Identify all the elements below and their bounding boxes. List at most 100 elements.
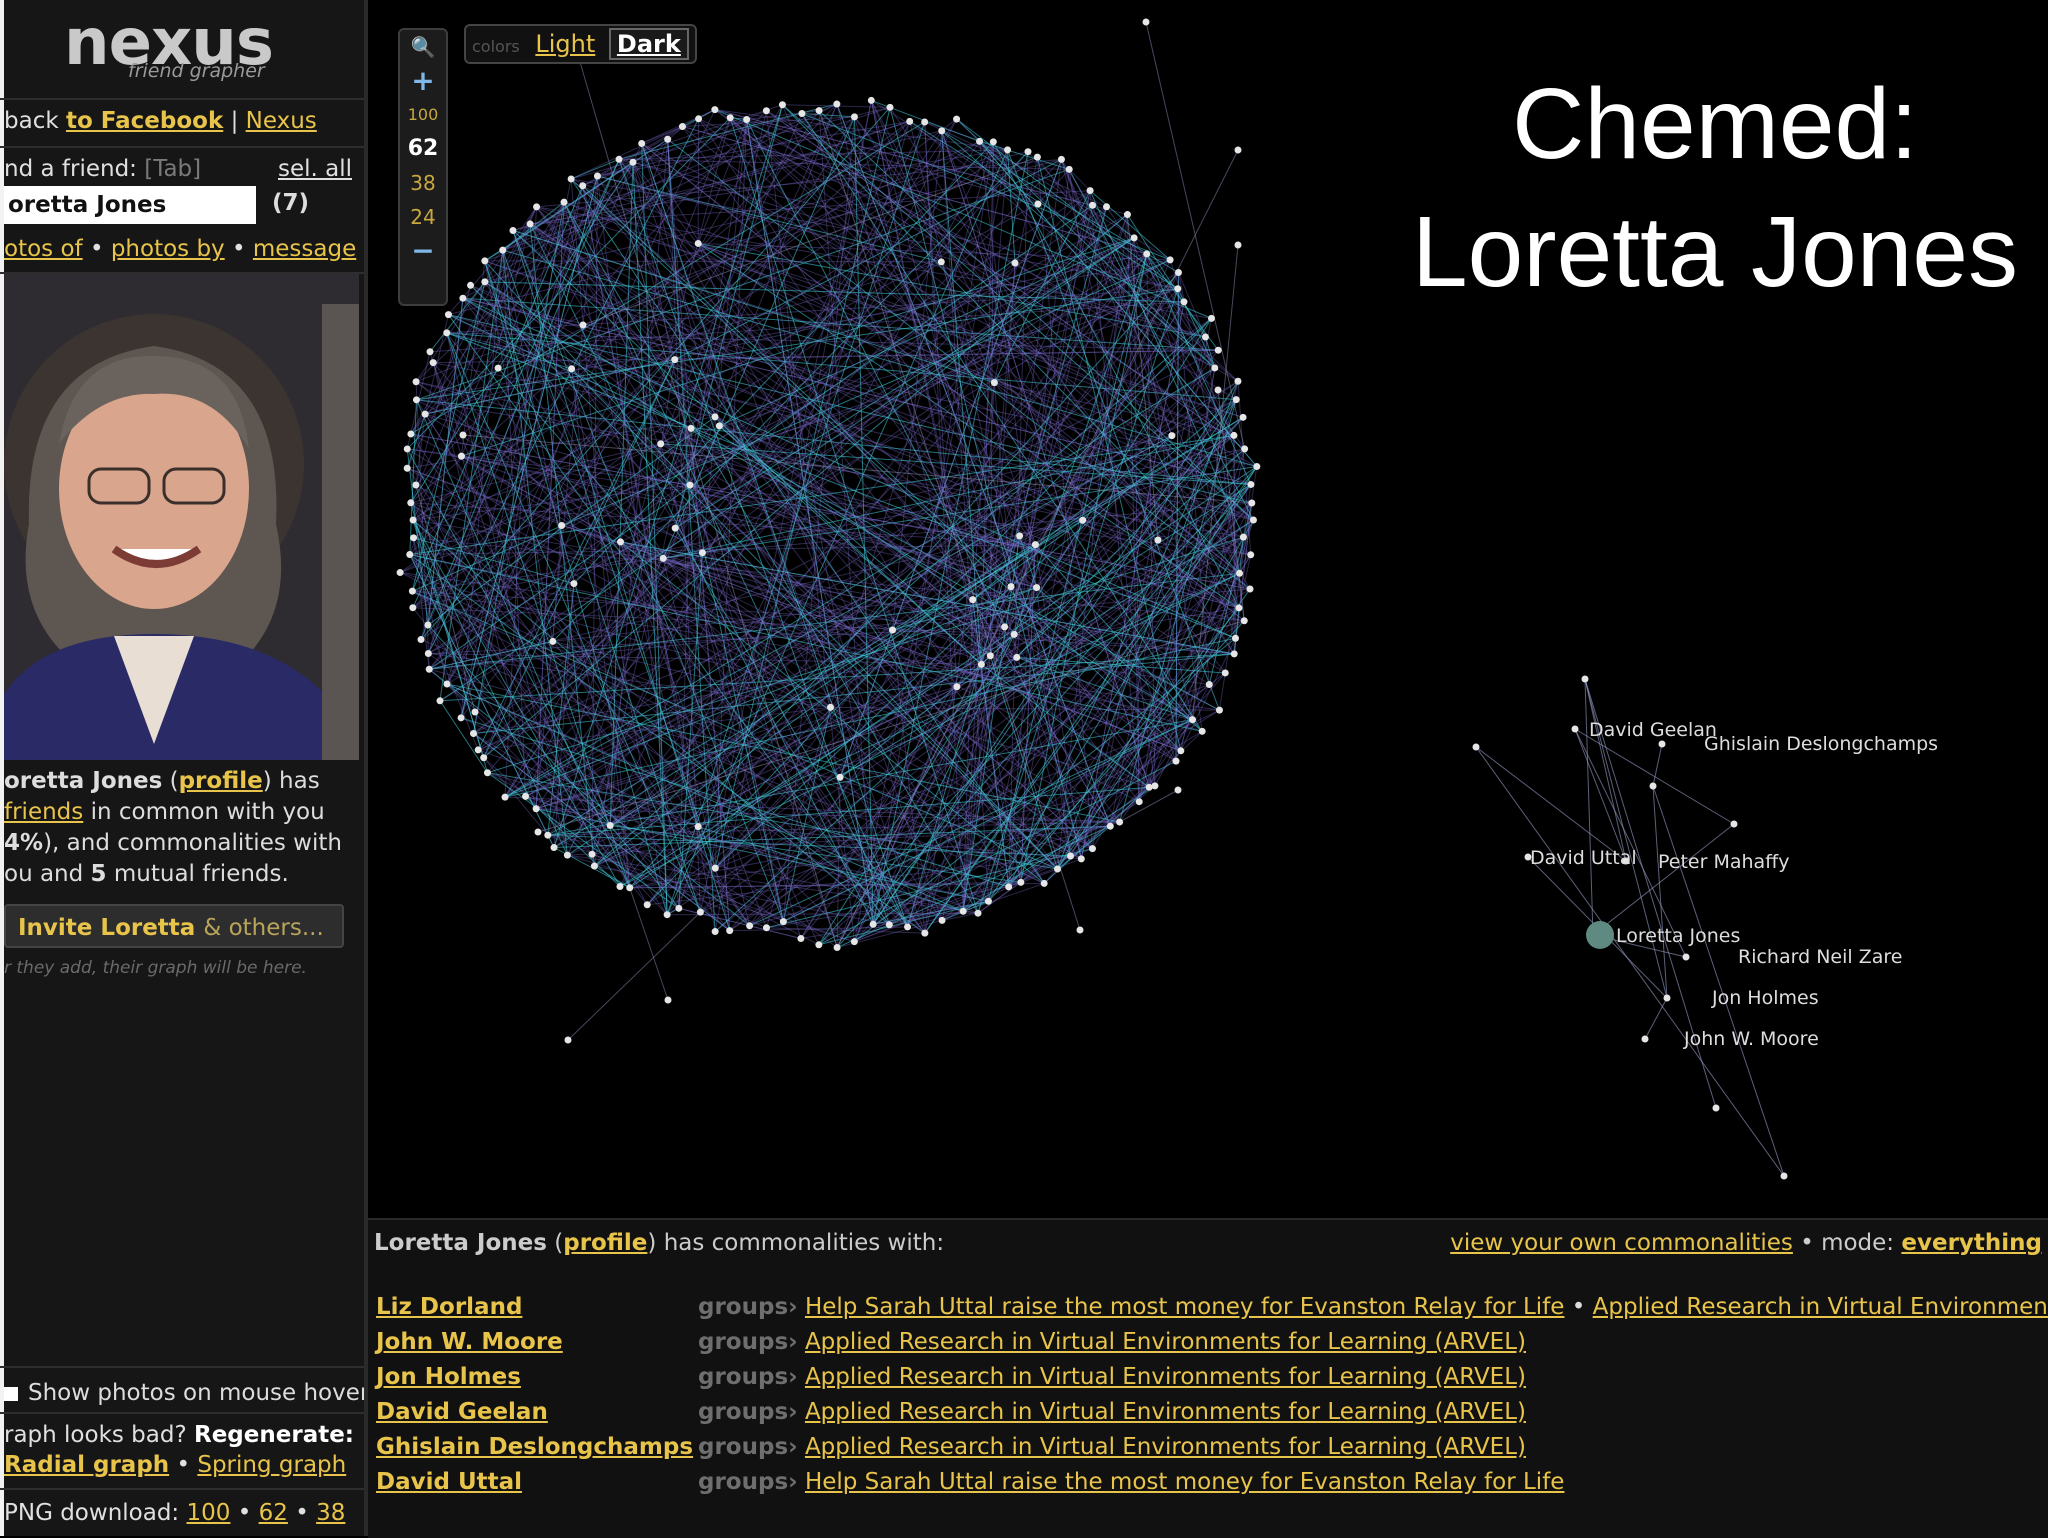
checkbox[interactable] bbox=[4, 1387, 18, 1401]
friend-name-link[interactable]: Jon Holmes bbox=[376, 1364, 698, 1390]
graph-node bbox=[763, 107, 770, 114]
graph-node bbox=[1233, 396, 1240, 403]
friends-link[interactable]: friends bbox=[4, 799, 83, 825]
groups-label: groups› bbox=[698, 1469, 798, 1495]
group-link[interactable]: Applied Research in Virtual Environments… bbox=[1593, 1294, 2048, 1320]
nexus-link[interactable]: Nexus bbox=[246, 108, 317, 134]
graph-node bbox=[522, 793, 529, 800]
zoom-level-24[interactable]: 24 bbox=[400, 200, 446, 234]
zoom-level-100[interactable]: 100 bbox=[400, 98, 446, 132]
show-photos-toggle[interactable]: Show photos on mouse hover bbox=[4, 1380, 368, 1406]
profile-link[interactable]: profile bbox=[563, 1230, 647, 1256]
graph-node bbox=[889, 626, 896, 633]
group-link[interactable]: Help Sarah Uttal raise the most money fo… bbox=[805, 1469, 1565, 1495]
zoom-level-62[interactable]: 62 bbox=[400, 132, 446, 166]
friend-name-link[interactable]: Liz Dorland bbox=[376, 1294, 698, 1320]
graph-node bbox=[1713, 1105, 1720, 1112]
graph-node bbox=[851, 113, 858, 120]
friend-name-link[interactable]: David Uttal bbox=[376, 1469, 698, 1495]
find-friend-row: nd a friend: [Tab] bbox=[4, 156, 201, 182]
graph-node bbox=[1232, 635, 1239, 642]
zoom-in-button[interactable]: + bbox=[400, 64, 446, 98]
graph-node bbox=[779, 101, 786, 108]
back-to-facebook-link[interactable]: to Facebook bbox=[66, 108, 223, 134]
graph-node bbox=[1731, 821, 1738, 828]
graph-node bbox=[695, 115, 702, 122]
divider bbox=[0, 1412, 364, 1414]
graph-node bbox=[1143, 250, 1150, 257]
graph-node bbox=[1058, 156, 1065, 163]
mode-bar: view your own commonalities • mode: ever… bbox=[1450, 1230, 2042, 1256]
graph-node bbox=[1181, 298, 1188, 305]
message-link[interactable]: message bbox=[253, 236, 356, 262]
png-38-link[interactable]: 38 bbox=[316, 1500, 345, 1526]
friend-name: Loretta Jones bbox=[374, 1230, 547, 1256]
group-link[interactable]: Applied Research in Virtual Environments… bbox=[805, 1399, 1526, 1425]
node-label[interactable]: Peter Mahaffy bbox=[1658, 851, 1790, 873]
regenerate-label: Regenerate: bbox=[194, 1422, 354, 1448]
node-label[interactable]: Ghislain Deslongchamps bbox=[1704, 733, 1938, 755]
graph-node bbox=[1222, 669, 1229, 676]
light-theme-link[interactable]: Light bbox=[535, 30, 595, 58]
mode-everything-link[interactable]: everything bbox=[1901, 1230, 2042, 1256]
graph-node bbox=[1235, 242, 1242, 249]
graph-node bbox=[1177, 747, 1184, 754]
node-label[interactable]: John W. Moore bbox=[1684, 1028, 1819, 1050]
node-label[interactable]: Richard Neil Zare bbox=[1738, 946, 1902, 968]
commonality-row: Jon Holmesgroups› Applied Research in Vi… bbox=[376, 1364, 1526, 1390]
graph-node bbox=[1136, 798, 1143, 805]
graph-node bbox=[407, 430, 414, 437]
node-label[interactable]: David Uttal bbox=[1530, 847, 1637, 869]
invite-button[interactable]: Invite Loretta & others... bbox=[4, 904, 344, 948]
png-100-link[interactable]: 100 bbox=[187, 1500, 231, 1526]
graph-node bbox=[1664, 995, 1671, 1002]
zoom-out-button[interactable]: − bbox=[400, 234, 446, 268]
graph-node bbox=[1167, 256, 1174, 263]
network-graph[interactable]: 🔍 + 100 62 38 24 − colors Light Dark Che… bbox=[368, 0, 2048, 1218]
group-link[interactable]: Applied Research in Virtual Environments… bbox=[805, 1364, 1526, 1390]
png-62-link[interactable]: 62 bbox=[259, 1500, 288, 1526]
profile-link[interactable]: profile bbox=[179, 768, 263, 794]
graph-node bbox=[410, 517, 417, 524]
graph-node bbox=[1066, 166, 1073, 173]
graph-node bbox=[975, 910, 982, 917]
png-label: PNG download: bbox=[4, 1500, 179, 1526]
node-label[interactable]: Loretta Jones bbox=[1616, 925, 1740, 947]
graph-node bbox=[644, 901, 651, 908]
separator: | bbox=[231, 108, 239, 134]
group-link[interactable]: Applied Research in Virtual Environments… bbox=[805, 1329, 1526, 1355]
graph-node bbox=[711, 413, 718, 420]
regenerate-row: raph looks bad? Regenerate: bbox=[4, 1422, 354, 1448]
dark-theme-link[interactable]: Dark bbox=[609, 28, 689, 60]
group-link[interactable]: Applied Research in Virtual Environments… bbox=[805, 1434, 1526, 1460]
graph-node bbox=[1236, 570, 1243, 577]
graph-node bbox=[443, 329, 450, 336]
invite-note: r they add, their graph will be here. bbox=[4, 958, 307, 978]
zoom-level-38[interactable]: 38 bbox=[400, 166, 446, 200]
node-label[interactable]: Jon Holmes bbox=[1712, 987, 1819, 1009]
graph-node bbox=[987, 652, 994, 659]
graph-node bbox=[472, 709, 479, 716]
graph-node bbox=[990, 138, 997, 145]
friend-name-link[interactable]: Ghislain Deslongchamps bbox=[376, 1434, 698, 1460]
photos-by-link[interactable]: photos by bbox=[111, 236, 225, 262]
node-label[interactable]: David Geelan bbox=[1589, 719, 1717, 741]
view-own-commonalities-link[interactable]: view your own commonalities bbox=[1450, 1230, 1793, 1256]
friend-search-input[interactable] bbox=[4, 186, 256, 224]
select-all-link[interactable]: sel. all bbox=[278, 156, 352, 182]
graph-node bbox=[407, 499, 414, 506]
graph-node bbox=[870, 921, 877, 928]
graph-node bbox=[544, 832, 551, 839]
friend-name-link[interactable]: David Geelan bbox=[376, 1399, 698, 1425]
spring-graph-link[interactable]: Spring graph bbox=[197, 1452, 346, 1478]
radial-graph-link[interactable]: Radial graph bbox=[4, 1452, 169, 1478]
graph-node bbox=[1189, 716, 1196, 723]
group-link[interactable]: Help Sarah Uttal raise the most money fo… bbox=[805, 1294, 1565, 1320]
friend-name-link[interactable]: John W. Moore bbox=[376, 1329, 698, 1355]
graph-node bbox=[570, 580, 577, 587]
zoom-magnifier-icon[interactable]: 🔍 bbox=[400, 30, 446, 64]
graph-node bbox=[470, 730, 477, 737]
graph-node bbox=[1572, 726, 1579, 733]
graph-node bbox=[484, 769, 491, 776]
photos-of-link[interactable]: otos of bbox=[4, 236, 83, 262]
